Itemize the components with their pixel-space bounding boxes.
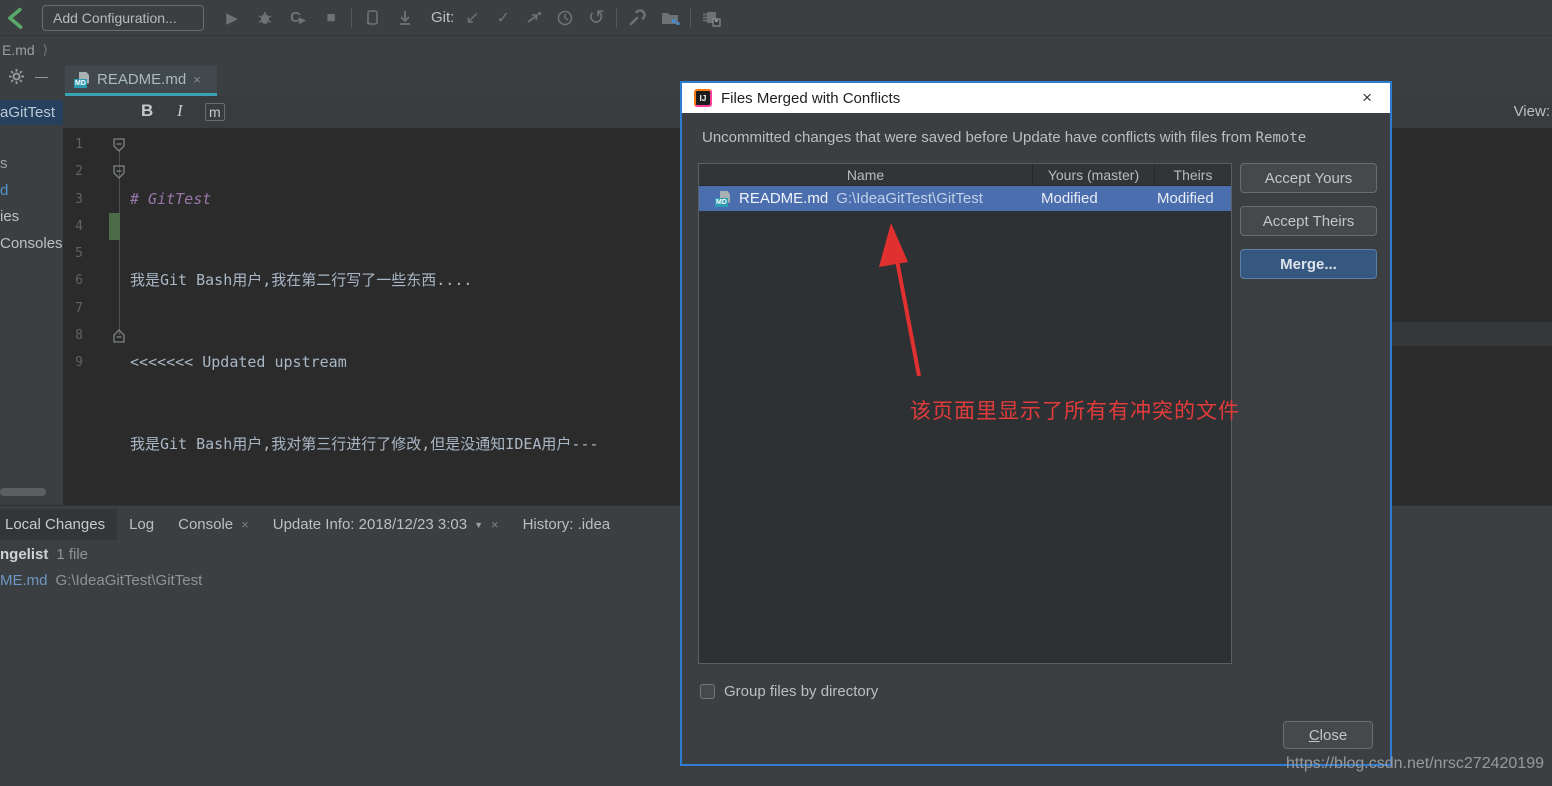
fold-marker-icon[interactable] (112, 138, 126, 152)
close-tab-icon[interactable]: × (241, 517, 249, 532)
stop-button[interactable]: ■ (319, 6, 343, 30)
dialog-title-bar[interactable]: IJ Files Merged with Conflicts × (682, 83, 1390, 113)
toolbar-separator (616, 8, 617, 28)
fold-marker-icon[interactable] (112, 165, 126, 179)
right-pane-band (1392, 322, 1552, 346)
version-control-tabs: Local Changes Log Console × Update Info:… (0, 509, 622, 540)
project-panel-header: — (0, 68, 48, 85)
tab-console[interactable]: Console × (166, 509, 261, 540)
files-merged-with-conflicts-dialog: IJ Files Merged with Conflicts × Uncommi… (680, 81, 1392, 766)
run-button[interactable]: ▶ (220, 6, 244, 30)
gutter-change-marker (109, 213, 120, 240)
run-with-coverage-button[interactable]: C ▶ (286, 6, 310, 30)
breadcrumb-chevron-icon: ⟩ (43, 42, 48, 58)
close-button[interactable]: Close (1283, 721, 1373, 749)
project-tree-item[interactable]: s (0, 155, 8, 172)
changelist-row[interactable]: ngelist 1 file (0, 546, 88, 563)
monospace-button[interactable]: m (205, 103, 225, 121)
download-sources-icon[interactable] (393, 6, 417, 30)
theirs-status-cell: Modified (1155, 190, 1231, 207)
group-files-checkbox-row: Group files by directory (700, 683, 878, 700)
watermark-url: https://blog.csdn.net/nrsc272420199 (1286, 755, 1544, 773)
accept-theirs-button[interactable]: Accept Theirs (1240, 206, 1377, 236)
ide-window: Add Configuration... ▶ C ▶ ■ Git: ↙ ✓ (0, 0, 1552, 786)
line-number-gutter: 12 34 56 78 9 (63, 131, 83, 377)
column-header-theirs[interactable]: Theirs (1155, 164, 1231, 185)
italic-button[interactable]: I (177, 101, 183, 121)
project-structure-icon[interactable] (658, 6, 682, 30)
attach-profiler-icon[interactable] (360, 6, 384, 30)
column-header-name[interactable]: Name (699, 164, 1033, 185)
project-panel: — aGitTest s d ies Consoles (0, 62, 63, 505)
tab-history[interactable]: History: .idea (511, 509, 623, 540)
column-header-yours[interactable]: Yours (master) (1033, 164, 1155, 185)
close-tab-icon[interactable]: × (491, 517, 499, 532)
hide-panel-icon[interactable]: — (35, 69, 48, 84)
git-commit-button[interactable]: ✓ (491, 6, 515, 30)
git-push-button[interactable] (522, 6, 546, 30)
bold-button[interactable]: B (141, 101, 153, 121)
git-toolbar-label: Git: (431, 9, 454, 26)
group-files-checkbox[interactable] (700, 684, 715, 699)
table-header: Name Yours (master) Theirs (699, 164, 1231, 186)
fold-marker-icon[interactable] (112, 329, 126, 343)
project-tree-item[interactable]: Consoles (0, 235, 63, 252)
app-logo-icon (4, 6, 28, 30)
accept-yours-button[interactable]: Accept Yours (1240, 163, 1377, 193)
dialog-message: Uncommitted changes that were saved befo… (702, 129, 1306, 146)
file-name-cell: MD README.md G:\IdeaGitTest\GitTest (699, 190, 1033, 207)
tab-update-info[interactable]: Update Info: 2018/12/23 3:03 ▼ × (261, 509, 511, 540)
debug-button[interactable] (253, 6, 277, 30)
rollback-button[interactable]: ↺ (584, 6, 608, 30)
intellij-app-icon: IJ (694, 89, 712, 107)
run-configuration-select[interactable]: Add Configuration... (42, 5, 204, 31)
tab-local-changes[interactable]: Local Changes (0, 509, 117, 540)
breadcrumb-file[interactable]: E.md (2, 42, 35, 58)
local-history-button[interactable] (553, 6, 577, 30)
markdown-file-icon: MD (74, 72, 90, 88)
main-toolbar: Add Configuration... ▶ C ▶ ■ Git: ↙ ✓ (0, 0, 1552, 36)
dialog-title: Files Merged with Conflicts (721, 90, 900, 107)
changed-file-row[interactable]: ME.md G:\IdeaGitTest\GitTest (0, 572, 202, 589)
table-row[interactable]: MD README.md G:\IdeaGitTest\GitTest Modi… (699, 186, 1231, 211)
project-tree-selected-item[interactable]: aGitTest (0, 100, 63, 125)
chevron-down-icon[interactable]: ▼ (474, 520, 483, 530)
merge-button[interactable]: Merge... (1240, 249, 1377, 279)
dialog-close-icon[interactable]: × (1354, 88, 1380, 108)
tab-log[interactable]: Log (117, 509, 166, 540)
breadcrumb: E.md ⟩ (0, 37, 1552, 62)
tab-readme-md[interactable]: MD README.md × (65, 66, 217, 96)
close-tab-icon[interactable]: × (193, 72, 201, 87)
toolbar-separator (351, 8, 352, 28)
git-update-project-button[interactable]: ↙ (460, 6, 484, 30)
remote-ref-label: Remote (1256, 130, 1307, 146)
yours-status-cell: Modified (1033, 190, 1155, 207)
gear-icon[interactable] (8, 68, 25, 85)
horizontal-scrollbar[interactable] (0, 488, 46, 496)
annotation-text: 该页面里显示了所有有冲突的文件 (910, 395, 1240, 425)
project-tree-item[interactable]: d (0, 182, 8, 199)
project-tree-item[interactable]: ies (0, 208, 19, 225)
settings-wrench-icon[interactable] (625, 6, 649, 30)
markdown-file-icon: MD (715, 191, 731, 207)
save-all-icon[interactable] (699, 6, 723, 30)
view-label: View: (1514, 103, 1550, 120)
toolbar-separator (690, 8, 691, 28)
